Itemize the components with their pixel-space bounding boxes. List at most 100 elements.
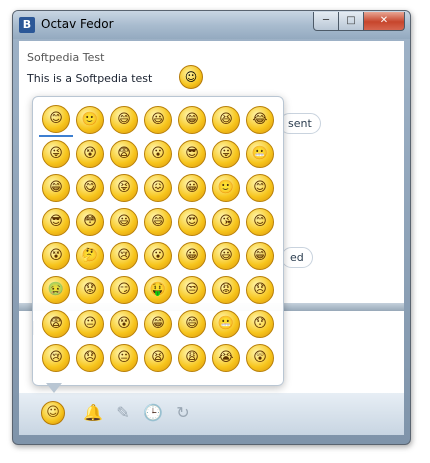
smiley-icon[interactable]: 😮 — [144, 140, 172, 168]
emoji-cell[interactable]: 😫 — [141, 341, 175, 375]
smiley-icon[interactable]: 🤢 — [42, 276, 70, 304]
emoji-cell[interactable]: 😩 — [175, 341, 209, 375]
emoji-cell[interactable]: 😟 — [73, 273, 107, 307]
smiley-icon[interactable]: 😜 — [42, 140, 70, 168]
smiley-icon[interactable]: 😃 — [212, 242, 240, 270]
smiley-icon[interactable]: 😀 — [178, 174, 206, 202]
smiley-icon[interactable]: 😃 — [110, 208, 138, 236]
smiley-icon[interactable]: 😊 — [246, 174, 274, 202]
smiley-icon[interactable]: 😎 — [42, 208, 70, 236]
emoji-cell[interactable]: 😨 — [39, 307, 73, 341]
smiley-icon[interactable]: 😃 — [144, 106, 172, 134]
bell-icon[interactable]: 🔔 — [81, 401, 105, 425]
emoji-cell[interactable]: 😲 — [243, 341, 277, 375]
emoji-cell[interactable]: 😭 — [209, 341, 243, 375]
smiley-icon[interactable]: 😨 — [42, 310, 70, 338]
emoji-cell[interactable]: 😏 — [107, 273, 141, 307]
emoji-cell[interactable]: 😎 — [175, 137, 209, 171]
smiley-icon[interactable]: 😘 — [212, 208, 240, 236]
emoji-cell[interactable]: 😳 — [73, 205, 107, 239]
smiley-icon[interactable]: 😊 — [246, 208, 274, 236]
smiley-icon[interactable]: 😂 — [246, 106, 274, 134]
emoji-cell[interactable]: 😘 — [209, 205, 243, 239]
maximize-button[interactable]: □ — [338, 12, 364, 31]
emoji-cell[interactable]: 😛 — [209, 137, 243, 171]
smiley-icon[interactable]: 🙂 — [212, 174, 240, 202]
emoji-cell[interactable]: 😄 — [141, 205, 175, 239]
emoji-cell[interactable]: 😨 — [107, 137, 141, 171]
smiley-icon[interactable]: 😵 — [76, 140, 104, 168]
emoji-cell[interactable]: 😁 — [141, 307, 175, 341]
emoji-cell[interactable]: 😎 — [39, 205, 73, 239]
emoji-cell[interactable]: 😍 — [175, 205, 209, 239]
smiley-icon[interactable]: 😐 — [110, 344, 138, 372]
emoji-cell[interactable]: 😞 — [243, 273, 277, 307]
emoji-cell[interactable]: 😊 — [243, 205, 277, 239]
close-button[interactable]: ✕ — [363, 12, 405, 31]
smiley-icon[interactable]: 😍 — [178, 208, 206, 236]
emoji-cell[interactable]: 😄 — [107, 103, 141, 137]
emoji-cell[interactable]: 😁 — [175, 103, 209, 137]
smiley-icon[interactable]: 😳 — [76, 208, 104, 236]
emoji-cell[interactable]: 😂 — [243, 103, 277, 137]
emoji-cell[interactable]: 😊 — [243, 171, 277, 205]
smiley-icon[interactable]: 😟 — [76, 276, 104, 304]
emoji-cell[interactable]: 😖 — [141, 171, 175, 205]
emoji-cell[interactable]: 😐 — [107, 341, 141, 375]
smiley-icon[interactable]: 😬 — [212, 310, 240, 338]
smiley-icon[interactable]: 😢 — [110, 242, 138, 270]
clock-icon[interactable]: 🕒 — [141, 401, 165, 425]
smiley-icon[interactable]: 😁 — [42, 174, 70, 202]
smiley-icon[interactable]: 🤔 — [76, 242, 104, 270]
emoji-cell[interactable]: 🙂 — [73, 103, 107, 137]
smiley-icon[interactable]: 😭 — [212, 344, 240, 372]
emoji-cell[interactable]: 😬 — [209, 307, 243, 341]
emoji-cell[interactable]: 😢 — [39, 341, 73, 375]
emoji-cell[interactable]: 😵 — [107, 307, 141, 341]
pencil-icon[interactable]: ✎ — [111, 401, 135, 425]
smiley-icon[interactable]: 😄 — [178, 310, 206, 338]
smiley-icon[interactable]: 😆 — [212, 106, 240, 134]
smiley-icon[interactable]: 😀 — [178, 242, 206, 270]
smiley-icon[interactable]: 😢 — [42, 344, 70, 372]
smiley-icon[interactable]: 😁 — [178, 106, 206, 134]
emoji-cell[interactable]: 😁 — [39, 171, 73, 205]
smiley-icon[interactable]: 😮 — [144, 242, 172, 270]
smiley-icon[interactable]: 😨 — [110, 140, 138, 168]
emoji-cell[interactable]: 😢 — [107, 239, 141, 273]
emoji-cell[interactable]: 😄 — [175, 307, 209, 341]
emoji-cell[interactable]: 😮 — [141, 239, 175, 273]
smiley-icon[interactable]: 😐 — [76, 310, 104, 338]
emoji-cell[interactable]: 😐 — [73, 307, 107, 341]
emoji-cell[interactable]: 😃 — [141, 103, 175, 137]
emoji-cell[interactable]: 🤑 — [141, 273, 175, 307]
smiley-icon[interactable]: 🙂 — [76, 106, 104, 134]
emoji-icon[interactable]: ☺ — [41, 401, 65, 425]
smiley-icon[interactable]: 😄 — [144, 208, 172, 236]
smiley-icon[interactable]: 😊 — [42, 105, 70, 133]
emoji-cell[interactable]: 😊 — [39, 103, 73, 137]
smiley-icon[interactable]: 😞 — [76, 344, 104, 372]
smiley-icon[interactable]: 😬 — [246, 140, 274, 168]
minimize-button[interactable]: ─ — [313, 12, 339, 31]
smiley-icon[interactable]: 😁 — [246, 242, 274, 270]
emoji-cell[interactable]: 😬 — [243, 137, 277, 171]
smiley-icon[interactable]: 😁 — [144, 310, 172, 338]
emoji-cell[interactable]: 😮 — [141, 137, 175, 171]
emoji-cell[interactable]: 🤔 — [73, 239, 107, 273]
smiley-icon[interactable]: 😵 — [42, 242, 70, 270]
emoji-cell[interactable]: 😯 — [243, 307, 277, 341]
emoji-cell[interactable]: 😜 — [39, 137, 73, 171]
emoji-cell[interactable]: 😵 — [39, 239, 73, 273]
smiley-icon[interactable]: 🤑 — [144, 276, 172, 304]
emoji-cell[interactable]: 😃 — [209, 239, 243, 273]
smiley-icon[interactable]: 😛 — [212, 140, 240, 168]
title-bar[interactable]: B Octav Fedor ─ □ ✕ — [13, 11, 410, 39]
emoji-cell[interactable]: 😵 — [73, 137, 107, 171]
emoji-cell[interactable]: 😒 — [175, 273, 209, 307]
smiley-icon[interactable]: 😫 — [144, 344, 172, 372]
emoji-cell[interactable]: 😁 — [243, 239, 277, 273]
smiley-icon[interactable]: 😡 — [212, 276, 240, 304]
smiley-icon[interactable]: 😋 — [76, 174, 104, 202]
emoji-cell[interactable]: 😃 — [107, 205, 141, 239]
